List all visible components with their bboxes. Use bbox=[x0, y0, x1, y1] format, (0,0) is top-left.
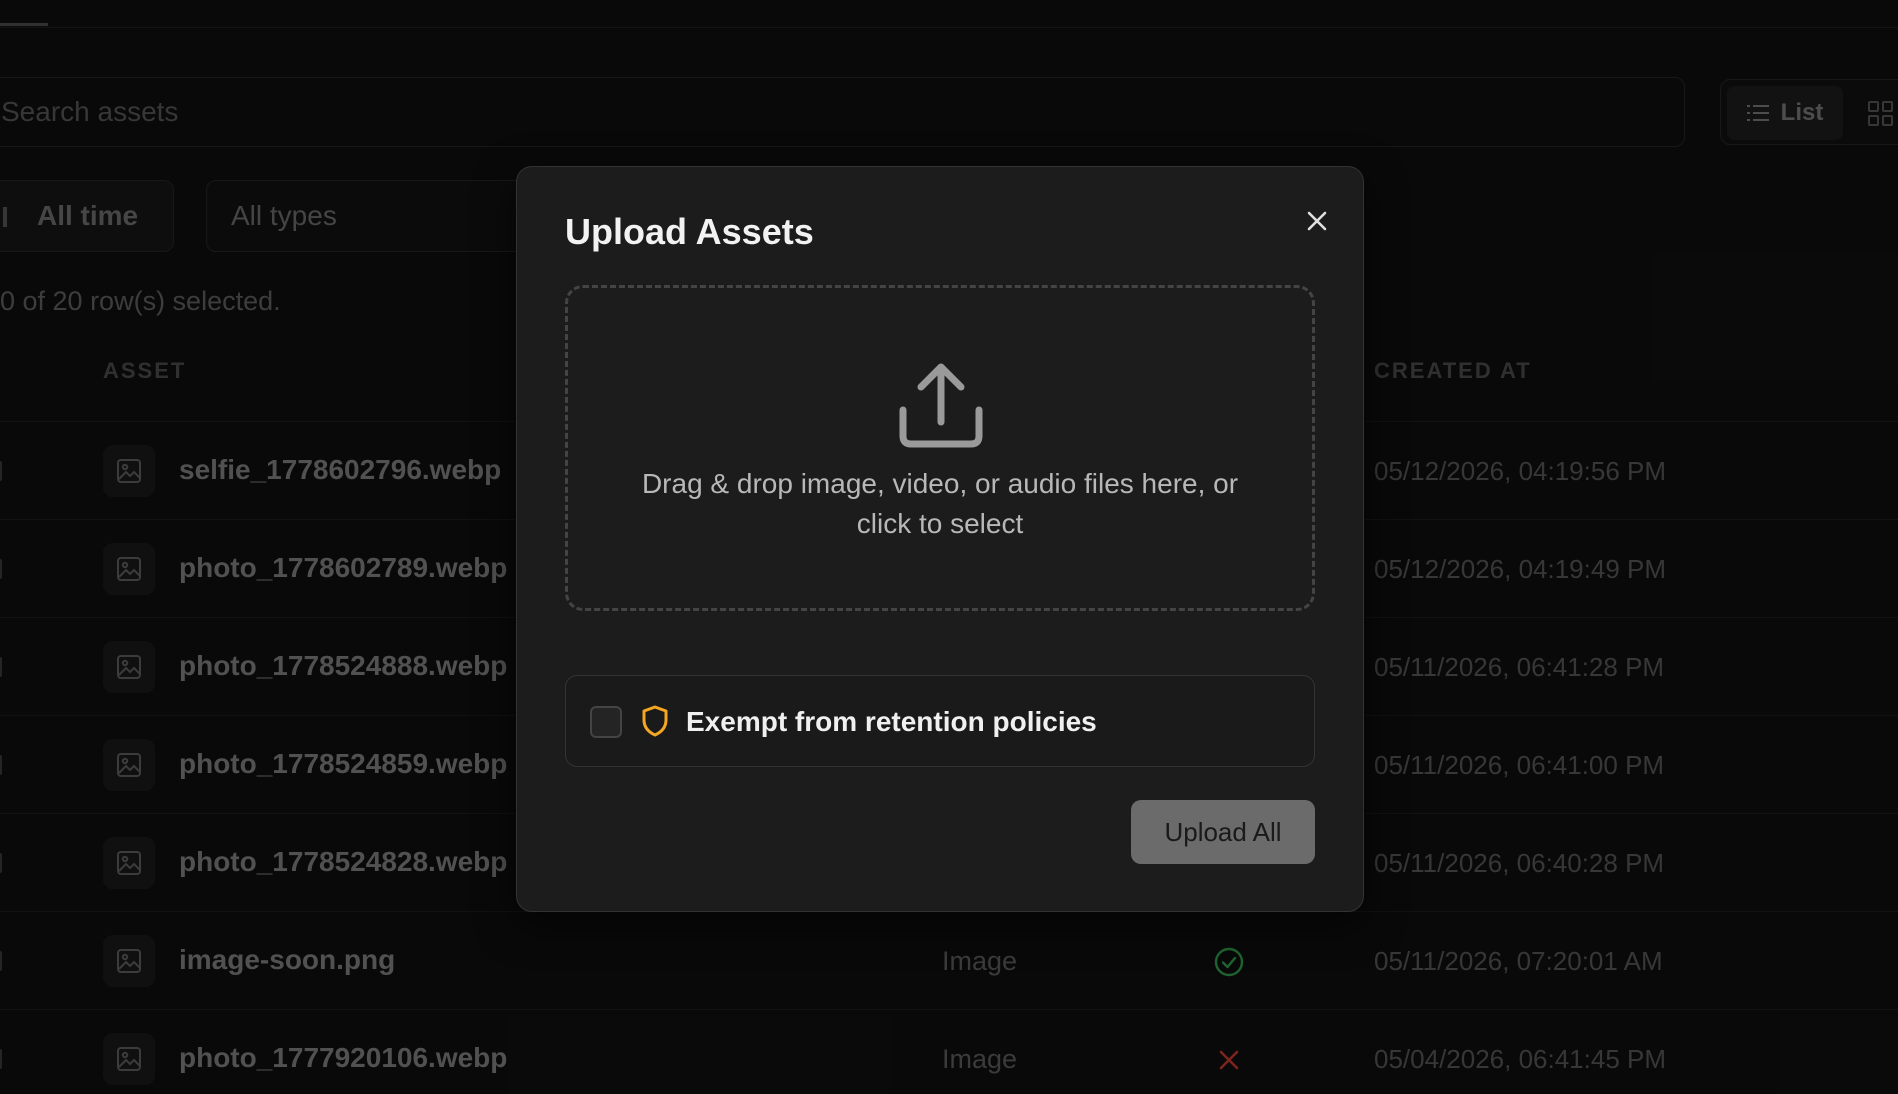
close-icon[interactable] bbox=[1299, 203, 1335, 239]
retention-checkbox[interactable] bbox=[590, 706, 622, 738]
dropzone-text: Drag & drop image, video, or audio files… bbox=[641, 468, 1239, 539]
file-dropzone[interactable]: Drag & drop image, video, or audio files… bbox=[565, 285, 1315, 611]
upload-all-button[interactable]: Upload All bbox=[1131, 800, 1315, 864]
retention-label: Exempt from retention policies bbox=[686, 706, 1097, 737]
shield-icon bbox=[642, 705, 668, 737]
upload-assets-dialog: Upload Assets Drag & drop image, video, … bbox=[516, 166, 1364, 912]
retention-option[interactable]: Exempt from retention policies bbox=[565, 675, 1315, 767]
assets-page: List All time All types 0 of 20 row(s) s… bbox=[0, 0, 1898, 1094]
dialog-title: Upload Assets bbox=[565, 211, 814, 252]
upload-icon bbox=[899, 363, 983, 448]
